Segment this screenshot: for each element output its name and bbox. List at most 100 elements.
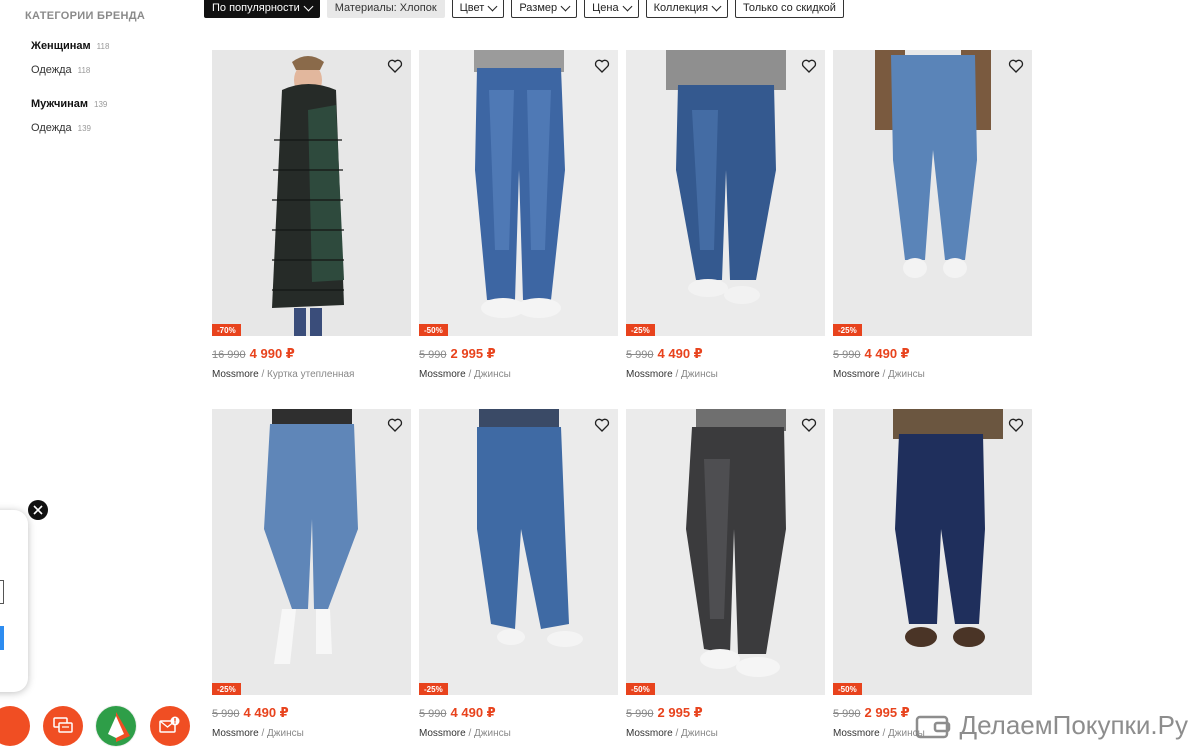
collection-label: Коллекция — [653, 2, 709, 14]
brand-name[interactable]: Mossmore — [626, 369, 673, 380]
size-filter[interactable]: Размер — [511, 0, 578, 18]
popup-submit-button[interactable] — [0, 626, 4, 650]
color-filter[interactable]: Цвет — [451, 0, 505, 18]
product-photo[interactable]: -25% — [833, 50, 1032, 336]
heart-icon[interactable] — [1008, 417, 1024, 433]
old-price: 5 990 — [833, 349, 861, 361]
subcategory-count: 118 — [77, 66, 91, 75]
discount-badge: -50% — [833, 683, 862, 695]
product-card[interactable]: -50% 5 990 2 995 ₽ Mossmore / Джинсы — [833, 409, 1032, 739]
category-count: 139 — [94, 100, 108, 109]
meta-separator: / — [675, 369, 679, 380]
product-photo[interactable]: -50% — [419, 50, 618, 336]
price-row: 5 990 4 490 ₽ — [626, 346, 825, 362]
old-price: 5 990 — [626, 708, 654, 720]
product-meta: Mossmore / Джинсы — [626, 369, 825, 380]
brand-name[interactable]: Mossmore — [626, 728, 673, 739]
product-meta: Mossmore / Джинсы — [419, 728, 618, 739]
brand-name[interactable]: Mossmore — [212, 369, 259, 380]
subscribe-popup — [0, 510, 28, 692]
brand-name[interactable]: Mossmore — [833, 369, 880, 380]
product-photo[interactable]: -50% — [833, 409, 1032, 695]
old-price: 5 990 — [833, 708, 861, 720]
product-photo[interactable]: -70% — [212, 50, 411, 336]
discount-badge: -70% — [212, 324, 241, 336]
price-filter[interactable]: Цена — [584, 0, 639, 18]
category-count: 118 — [96, 42, 110, 51]
meta-separator: / — [675, 728, 679, 739]
product-image-jeans — [419, 409, 618, 695]
brand-name[interactable]: Mossmore — [212, 728, 259, 739]
popup-close-button[interactable] — [28, 500, 48, 520]
product-card[interactable]: -25% 5 990 4 490 ₽ Mossmore / Джинсы — [833, 50, 1032, 380]
message-button[interactable] — [150, 706, 190, 746]
product-photo[interactable]: -50% — [626, 409, 825, 695]
current-price: 4 490 ₽ — [450, 705, 496, 720]
chevron-down-icon — [487, 1, 498, 11]
brand-categories: КАТЕГОРИИ БРЕНДА Женщинам 118 Одежда 118… — [25, 10, 195, 134]
heart-icon[interactable] — [801, 417, 817, 433]
subcategory-label: Одежда — [31, 122, 72, 134]
heart-icon[interactable] — [1008, 58, 1024, 74]
product-card[interactable]: -25% 5 990 4 490 ₽ Mossmore / Джинсы — [626, 50, 825, 380]
price-row: 5 990 4 490 ₽ — [419, 705, 618, 721]
brand-name[interactable]: Mossmore — [419, 369, 466, 380]
heart-icon[interactable] — [801, 58, 817, 74]
product-card[interactable]: -25% 5 990 4 490 ₽ Mossmore / Джинсы — [419, 409, 618, 739]
product-card[interactable]: -25% 5 990 4 490 ₽ Mossmore / Джинсы — [212, 409, 411, 739]
discount-badge: -50% — [419, 324, 448, 336]
meta-separator: / — [882, 728, 886, 739]
sort-dropdown[interactable]: По популярности — [204, 0, 320, 18]
size-label: Размер — [519, 2, 558, 14]
current-price: 2 995 ₽ — [864, 705, 910, 720]
popup-input[interactable] — [0, 580, 4, 604]
color-label: Цвет — [459, 2, 485, 14]
product-image-jeans — [626, 50, 825, 336]
chevron-down-icon — [303, 1, 314, 11]
watermark-text: ДелаемПокупки.Ру — [959, 710, 1188, 740]
discount-badge: -25% — [419, 683, 448, 695]
product-card[interactable]: -50% 5 990 2 995 ₽ Mossmore / Джинсы — [419, 50, 618, 380]
product-image-jeans — [419, 50, 618, 336]
chat-button[interactable] — [43, 706, 83, 746]
heart-icon[interactable] — [387, 58, 403, 74]
product-card[interactable]: -70% 16 990 4 990 ₽ Mossmore / Куртка ут… — [212, 50, 411, 380]
old-price: 5 990 — [212, 708, 240, 720]
category-women-clothing[interactable]: Одежда 118 — [31, 64, 195, 76]
product-photo[interactable]: -25% — [212, 409, 411, 695]
product-photo[interactable]: -25% — [419, 409, 618, 695]
meta-separator: / — [468, 369, 472, 380]
product-image-coat — [212, 50, 411, 336]
discount-badge: -25% — [833, 324, 862, 336]
sidebar-title: КАТЕГОРИИ БРЕНДА — [25, 10, 146, 22]
product-type: Джинсы — [267, 728, 304, 739]
category-group-men: Мужчинам 139 Одежда 139 — [25, 98, 195, 134]
brand-name[interactable]: Mossmore — [419, 728, 466, 739]
discount-only-toggle[interactable]: Только со скидкой — [735, 0, 844, 18]
product-type: Джинсы — [474, 369, 511, 380]
floating-button[interactable] — [0, 706, 30, 746]
brand-app-button[interactable] — [96, 706, 136, 746]
product-photo[interactable]: -25% — [626, 50, 825, 336]
collection-filter[interactable]: Коллекция — [645, 0, 729, 18]
product-meta: Mossmore / Джинсы — [419, 369, 618, 380]
product-meta: Mossmore / Джинсы — [833, 369, 1032, 380]
category-men-clothing[interactable]: Одежда 139 — [31, 122, 195, 134]
product-meta: Mossmore / Джинсы — [626, 728, 825, 739]
price-label: Цена — [592, 2, 619, 14]
category-men[interactable]: Мужчинам 139 — [31, 98, 195, 110]
brand-name[interactable]: Mossmore — [833, 728, 880, 739]
product-image-jeans — [833, 409, 1032, 695]
product-card[interactable]: -50% 5 990 2 995 ₽ Mossmore / Джинсы — [626, 409, 825, 739]
chat-icon — [53, 717, 73, 733]
close-icon — [33, 505, 43, 515]
heart-icon[interactable] — [387, 417, 403, 433]
material-filter-chip[interactable]: Материалы: Хлопок — [326, 0, 445, 18]
heart-icon[interactable] — [594, 417, 610, 433]
subcategory-label: Одежда — [31, 64, 72, 76]
heart-icon[interactable] — [594, 58, 610, 74]
product-image-jeans — [212, 409, 411, 695]
product-type: Джинсы — [474, 728, 511, 739]
category-women[interactable]: Женщинам 118 — [31, 40, 195, 52]
price-row: 5 990 4 490 ₽ — [833, 346, 1032, 362]
